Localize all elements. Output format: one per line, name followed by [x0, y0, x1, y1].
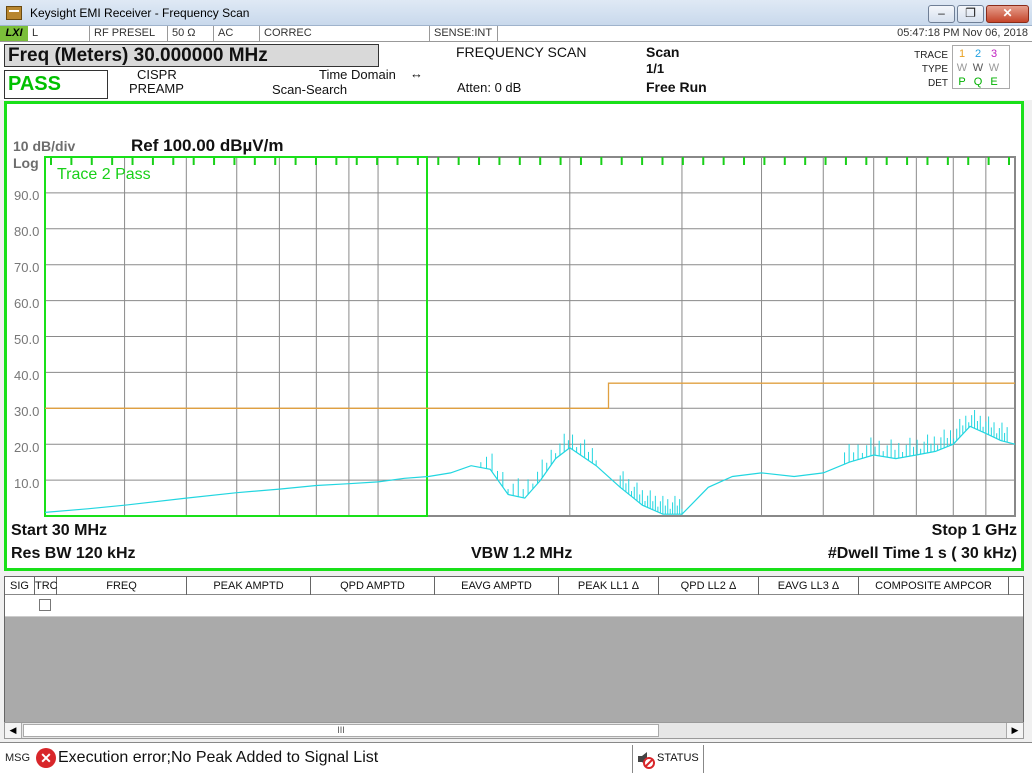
rf-presel-indicator: RF PRESEL	[90, 26, 168, 41]
scroll-right-arrow-icon[interactable]: ▶	[1006, 723, 1023, 738]
scan-label: Scan	[646, 44, 680, 60]
measurement-header: Freq (Meters) 30.000000 MHz PASS CISPR P…	[0, 42, 1032, 100]
scroll-thumb[interactable]: III	[23, 724, 659, 737]
stop-frequency[interactable]: Stop 1 GHz	[932, 522, 1017, 540]
col-peak-ll1[interactable]: PEAK LL1 Δ	[559, 577, 659, 595]
scroll-left-arrow-icon[interactable]: ◀	[5, 723, 22, 738]
trace-spikes	[480, 409, 1008, 515]
col-freq[interactable]: FREQ	[57, 577, 187, 595]
status-button[interactable]: STATUS	[632, 745, 704, 773]
col-eavg-ll3[interactable]: EAVG LL3 Δ	[759, 577, 859, 595]
time-domain-label: Time Domain	[319, 67, 396, 82]
message-bar: MSG ✕ Execution error;No Peak Added to S…	[0, 742, 1032, 776]
trace-row-label: TRACE	[914, 50, 948, 61]
scan-search-label: Scan-Search	[272, 82, 348, 97]
horizontal-scrollbar[interactable]: ◀ III ▶	[4, 722, 1024, 739]
datetime-readout: 05:47:18 PM Nov 06, 2018	[897, 27, 1028, 39]
run-mode-label: Free Run	[646, 79, 707, 95]
correc-indicator: CORREC	[260, 26, 430, 41]
y-tick-60: 60.0	[14, 296, 40, 311]
input-indicator: L	[28, 26, 90, 41]
lxi-indicator: LXI	[0, 26, 28, 41]
minimize-button[interactable]: –	[928, 5, 955, 23]
pass-fail-indicator: PASS	[4, 70, 108, 99]
y-tick-30: 30.0	[14, 404, 40, 419]
msg-label: MSG	[5, 752, 31, 764]
col-qpd-ll2[interactable]: QPD LL2 Δ	[659, 577, 759, 595]
window-title-bar: Keysight EMI Receiver - Frequency Scan –…	[0, 0, 1032, 26]
mode-label: FREQUENCY SCAN	[456, 44, 587, 60]
y-tick-70: 70.0	[14, 260, 40, 275]
signal-list-header: SIG TRC FREQ PEAK AMPTD QPD AMPTD EAVG A…	[5, 577, 1023, 595]
col-sig[interactable]: SIG	[5, 577, 35, 595]
col-trc[interactable]: TRC	[35, 577, 58, 595]
measurement-window[interactable]: 10 dB/div Log Ref 100.00 dBµV/m 90.0 80.…	[4, 101, 1024, 571]
trace-1-type: W	[956, 62, 968, 74]
trace-2-line	[44, 425, 1016, 515]
impedance-indicator: 50 Ω	[168, 26, 214, 41]
trace-2-type: W	[972, 62, 984, 74]
y-tick-90: 90.0	[14, 188, 40, 203]
plot-grid	[44, 156, 1016, 517]
maximize-button[interactable]: ❐	[957, 5, 984, 23]
y-tick-10: 10.0	[14, 476, 40, 491]
trace-summary[interactable]: TRACE TYPE DET 1 2 3 W W W P Q E	[908, 44, 1028, 94]
trace-3-type: W	[988, 62, 1000, 74]
trace-3-number: 3	[990, 48, 998, 60]
start-frequency[interactable]: Start 30 MHz	[11, 522, 107, 540]
error-icon: ✕	[36, 748, 56, 768]
status-label: STATUS	[657, 752, 699, 764]
y-tick-20: 20.0	[14, 440, 40, 455]
trace-3-det: E	[990, 76, 998, 88]
y-tick-80: 80.0	[14, 224, 40, 239]
limit-line	[45, 382, 1015, 409]
col-eavg-amptd[interactable]: EAVG AMPTD	[435, 577, 559, 595]
trace-1-det: P	[958, 76, 966, 88]
frequency-scan-plot[interactable]	[7, 104, 1021, 568]
sense-indicator: SENSE:INT	[430, 26, 498, 41]
col-peak-amptd[interactable]: PEAK AMPTD	[187, 577, 311, 595]
coupling-indicator: AC	[214, 26, 260, 41]
y-tick-40: 40.0	[14, 368, 40, 383]
trace-2-number: 2	[974, 48, 982, 60]
center-frequency-readout[interactable]: Freq (Meters) 30.000000 MHz	[4, 44, 379, 67]
signal-list-table[interactable]: SIG TRC FREQ PEAK AMPTD QPD AMPTD EAVG A…	[4, 576, 1024, 736]
window-title: Keysight EMI Receiver - Frequency Scan	[30, 6, 250, 20]
speaker-muted-icon	[638, 752, 655, 769]
trace-1-number: 1	[958, 48, 966, 60]
message-text: Execution error;No Peak Added to Signal …	[58, 749, 379, 766]
col-qpd-amptd[interactable]: QPD AMPTD	[311, 577, 435, 595]
resolution-bandwidth[interactable]: Res BW 120 kHz	[11, 545, 136, 563]
signal-list-row[interactable]	[5, 595, 1023, 617]
scan-count-label: 1/1	[646, 61, 665, 76]
cispr-label: CISPR	[137, 67, 177, 82]
preamp-label: PREAMP	[129, 81, 184, 96]
dwell-time[interactable]: #Dwell Time 1 s ( 30 kHz)	[828, 545, 1017, 563]
close-button[interactable]: ✕	[986, 5, 1029, 23]
type-row-label: TYPE	[921, 64, 948, 75]
det-row-label: DET	[928, 78, 948, 89]
trace-grid: 1 2 3 W W W P Q E	[952, 45, 1010, 89]
instrument-status-strip: LXI L RF PRESEL 50 Ω AC CORREC SENSE:INT…	[0, 26, 1032, 42]
keysight-app-icon	[6, 6, 22, 20]
trace-2-det: Q	[973, 76, 983, 88]
video-bandwidth[interactable]: VBW 1.2 MHz	[471, 545, 572, 563]
row-checkbox[interactable]	[39, 599, 51, 611]
y-tick-50: 50.0	[14, 332, 40, 347]
col-composite-ampcor[interactable]: COMPOSITE AMPCOR	[859, 577, 1009, 595]
atten-label: Atten: 0 dB	[457, 80, 522, 95]
time-domain-arrow-icon: ↔	[410, 66, 423, 81]
trace-pass-label: Trace 2 Pass	[57, 166, 151, 183]
segment-ticks	[50, 157, 1010, 165]
